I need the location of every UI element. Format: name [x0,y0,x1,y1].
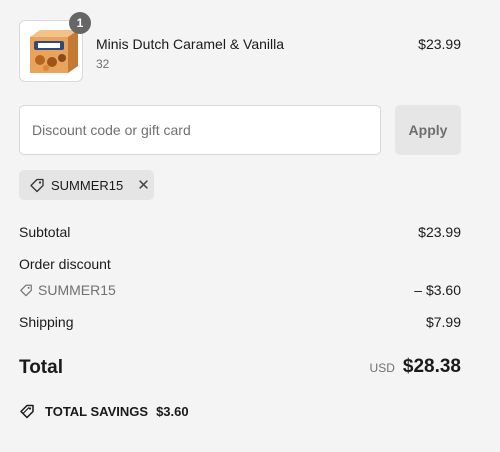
currency-code: USD [369,361,395,375]
savings-tag-icon [20,404,34,419]
total-label: Total [19,357,63,378]
quantity-badge: 1 [69,12,91,34]
order-discount-label: Order discount [19,256,111,272]
product-box-image [30,30,78,73]
savings-value: $3.60 [156,403,189,419]
product-price: $23.99 [418,36,461,52]
subtotal-value: $23.99 [418,224,461,240]
tag-icon [20,284,32,297]
total-amount: USD $28.38 [370,356,461,378]
subtotal-label: Subtotal [19,224,71,240]
tag-icon [30,178,44,193]
product-name: Minis Dutch Caramel & Vanilla [96,36,285,52]
product-thumbnail: 1 [19,12,91,82]
close-icon[interactable]: ✕ [137,176,150,194]
product-variant: 32 [96,57,110,71]
shipping-value: $7.99 [425,314,461,330]
discount-code-row: SUMMER15 – $3.60 [19,282,461,298]
applied-code-label: SUMMER15 [51,177,124,193]
subtotal-row: Subtotal $23.99 [19,224,461,240]
discount-value: – $3.60 [414,282,461,298]
discount-code-input[interactable] [19,105,381,155]
discount-code-label: SUMMER15 [38,282,116,298]
total-savings: TOTAL SAVINGS $3.60 [19,403,189,419]
total-value: $28.38 [402,356,461,377]
savings-label: TOTAL SAVINGS [45,403,149,419]
shipping-row: Shipping $7.99 [19,314,461,330]
cart-line-item: 1 Minis Dutch Caramel & Vanilla 32 $23.9… [19,12,461,82]
apply-button[interactable]: Apply [395,105,461,155]
applied-discount-chip: SUMMER15 ✕ [19,170,154,200]
order-discount-row: Order discount [19,256,461,272]
shipping-label: Shipping [19,314,74,330]
